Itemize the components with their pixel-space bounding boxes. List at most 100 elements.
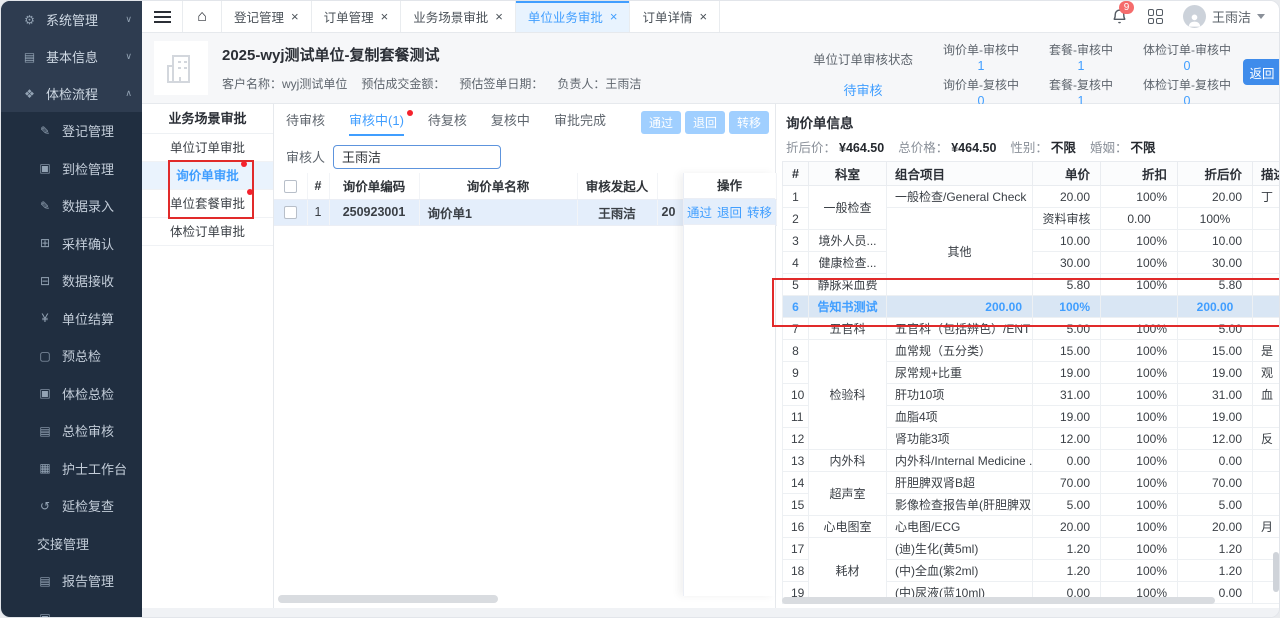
apps-grid-icon[interactable] [1148, 9, 1163, 24]
sidebar-item[interactable]: ▢预总检 [1, 337, 142, 375]
close-icon[interactable]: × [699, 10, 707, 23]
status-tab[interactable]: 待复核 [428, 104, 467, 140]
sidebar-item[interactable]: ❖体检流程∧ [1, 75, 142, 112]
inquiry-item-cell: 静脉采血费 [809, 274, 887, 296]
close-icon[interactable]: × [291, 10, 299, 23]
user-menu[interactable]: 王雨洁 [1183, 5, 1265, 28]
hamburger-menu-icon[interactable] [142, 1, 182, 32]
inquiry-item-cell: 5.00 [1178, 318, 1253, 340]
sidebar-item[interactable]: ▤总检审核 [1, 412, 142, 450]
vertical-scrollbar[interactable] [1273, 552, 1279, 592]
return-button[interactable]: 退回 [685, 111, 725, 134]
status-value: 待审核 [813, 80, 913, 99]
status-tab[interactable]: 待审核 [286, 104, 325, 140]
inquiry-item-cell: 心电图/ECG [887, 516, 1033, 538]
inquiry-item-cell: 31.00 [1178, 384, 1253, 406]
tab-item[interactable]: 登记管理× [222, 1, 312, 32]
return-link[interactable]: 退回 [717, 202, 742, 221]
sidebar-item[interactable]: ✎登记管理 [1, 112, 142, 150]
approval-menu-item-label: 体检订单审批 [170, 218, 245, 246]
close-icon[interactable]: × [381, 10, 389, 23]
tab-item[interactable]: 订单管理× [312, 1, 402, 32]
reviewer-input[interactable] [333, 145, 501, 169]
inquiry-item-row[interactable]: 8检验科血常规（五分类）15.00100%15.00是 [783, 340, 1280, 362]
transfer-button[interactable]: 转移 [729, 111, 769, 134]
inquiry-item-row[interactable]: 1一般检查一般检查/General Check20.00100%20.00丁 [783, 186, 1280, 208]
status-tab[interactable]: 审批完成 [554, 104, 606, 140]
inquiry-item-cell: 30.00 [1178, 252, 1253, 274]
approve-link[interactable]: 通过 [687, 202, 712, 221]
inquiry-item-cell: 19.00 [1033, 406, 1101, 428]
inquiry-item-row[interactable]: 16心电图室心电图/ECG20.00100%20.00月 [783, 516, 1280, 538]
column-header: 折扣 [1101, 162, 1178, 186]
approval-menu-item[interactable]: 单位套餐审批 [142, 190, 273, 218]
info-value: 王雨洁 [605, 77, 641, 91]
inquiry-item-row[interactable]: 7五官科五官科（包括辨色）/ENT5.00100%5.00 [783, 318, 1280, 340]
inquiry-item-cell: 5.00 [1033, 494, 1101, 516]
inquiry-item-cell: 100% [1101, 362, 1178, 384]
inquiry-item-row[interactable]: 14超声室肝胆脾双肾B超70.00100%70.00 [783, 472, 1280, 494]
avatar [1183, 5, 1206, 28]
inquiry-item-cell: 0.00 [1178, 450, 1253, 472]
sidebar-item[interactable]: ↺延检复查 [1, 487, 142, 525]
sidebar-item[interactable]: ⊟数据接收 [1, 262, 142, 300]
inquiry-item-row[interactable]: 6告知书测试200.00100%200.00 [783, 296, 1280, 318]
status-tab[interactable]: 审核中(1) [349, 104, 404, 140]
sidebar-item[interactable]: ▣ [1, 600, 142, 618]
summary-field: 婚姻：不限 [1090, 137, 1156, 156]
transfer-link[interactable]: 转移 [747, 202, 772, 221]
inquiry-item-cell: 100% [1101, 252, 1178, 274]
sidebar-item[interactable]: ▣到检管理 [1, 150, 142, 188]
sidebar-item[interactable]: ▦护士工作台 [1, 450, 142, 488]
tabs-container: 登记管理×订单管理×业务场景审批×单位业务审批×订单详情× [222, 1, 720, 32]
sidebar-item[interactable]: ▤报告管理 [1, 562, 142, 600]
home-tab[interactable]: ⌂ [182, 1, 222, 32]
horizontal-scrollbar[interactable] [278, 595, 498, 603]
tab-item[interactable]: 订单详情× [630, 1, 720, 32]
sidebar-item[interactable]: ▣体检总检 [1, 375, 142, 413]
close-icon[interactable]: × [495, 10, 503, 23]
sidebar-item[interactable]: ¥单位结算 [1, 300, 142, 338]
company-building-icon [154, 41, 208, 95]
approval-menu-item[interactable]: 体检订单审批 [142, 218, 273, 246]
inquiry-items-table-wrap: # 科室 组合项目 单价 折扣 折后价 描述 1一般检查一般检查/General… [782, 161, 1279, 604]
approval-menu-item[interactable]: 单位订单审批 [142, 134, 273, 162]
tab-item[interactable]: 业务场景审批× [401, 1, 516, 32]
sidebar-item-label: 数据接收 [62, 271, 114, 290]
column-header: # [783, 162, 809, 186]
sidebar-item[interactable]: ⊞采样确认 [1, 225, 142, 263]
tab-active[interactable]: 单位业务审批× [516, 1, 631, 32]
horizontal-scrollbar[interactable] [782, 597, 1215, 604]
inquiry-code-link[interactable]: 250923001 [329, 199, 419, 225]
summary-field: 折后价：¥464.50 [786, 137, 884, 156]
approval-menu-title: 业务场景审批 [142, 104, 273, 134]
info-label: 预估签单日期： [459, 77, 543, 91]
initiator-link[interactable]: 王雨洁 [577, 199, 657, 225]
close-icon[interactable]: × [610, 10, 618, 23]
back-button[interactable]: 返回 [1243, 59, 1280, 85]
inquiry-item-cell: 境外人员... [809, 230, 887, 252]
inquiry-item-cell: 19.00 [1178, 406, 1253, 428]
notification-bell-icon[interactable]: 9 [1111, 8, 1128, 25]
sidebar-item[interactable]: ▤基本信息∨ [1, 38, 142, 75]
sidebar-section-item[interactable]: 交接管理 [1, 525, 142, 563]
row-checkbox[interactable] [284, 206, 297, 219]
inquiry-item-row[interactable]: 13内外科内外科/Internal Medicine ...0.00100%0.… [783, 450, 1280, 472]
column-header: # [307, 173, 329, 199]
order-info-field: 预估成交金额： [361, 75, 445, 92]
inquiry-detail-panel: 询价单信息 折后价：¥464.50总价格：¥464.50性别：不限婚姻：不限 #… [776, 104, 1280, 608]
inquiry-item-cell: 0.00 [1033, 450, 1101, 472]
inquiry-item-row[interactable]: 17耗材(迪)生化(黄5ml)1.20100%1.20 [783, 538, 1280, 560]
inquiry-name-link[interactable]: 询价单1 [419, 199, 577, 225]
workbench-icon: ▦ [37, 461, 53, 475]
approval-menu-item[interactable]: 询价单审批 [142, 162, 273, 190]
approve-button[interactable]: 通过 [641, 111, 681, 134]
sidebar-item[interactable]: ⚙系统管理∨ [1, 1, 142, 38]
summary-label: 性别： [1010, 141, 1048, 155]
inquiry-item-cell: 资料审核 [1033, 208, 1101, 230]
info-label: 预估成交金额： [361, 77, 445, 91]
select-all-checkbox[interactable] [284, 180, 297, 193]
status-tab[interactable]: 复核中 [491, 104, 530, 140]
sidebar-item[interactable]: ✎数据录入 [1, 187, 142, 225]
stat-value: 1 [943, 59, 1019, 73]
